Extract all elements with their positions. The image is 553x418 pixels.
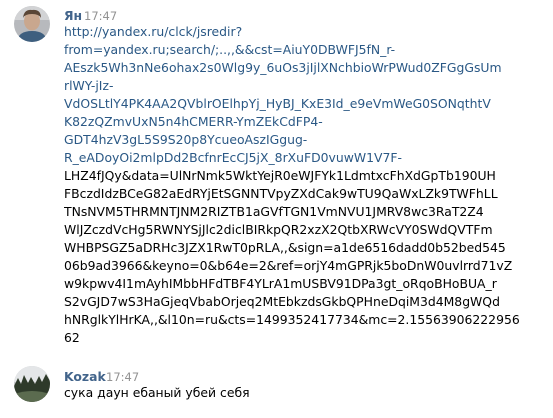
text-line: FBczdIdzBCeG82aEdRYjEtSGNNTVpyZXdCak9wTU… [64,186,498,201]
link-line[interactable]: http://yandex.ru/clck/jsredir? [64,23,544,41]
text-line: LHZ4fJQy&data=UlNrNmk5WktYejR0eWJFYk1Ldm… [64,168,496,183]
message-time[interactable]: 17:47 [106,370,139,384]
message-text: сука даун ебаный убей себя [64,384,544,402]
link-line[interactable]: GDT4hzV3gL5S9S20p8YcueoAszIGgug- [64,131,544,149]
message-text: http://yandex.ru/clck/jsredir? from=yand… [64,23,544,347]
text-line: 06b9ad3966&keyno=0&b64e=2&ref=orjY4mGPRj… [64,258,513,273]
text-line: TNsNVM5THRMNTJNM2RIZTB1aGVfTGN1VmNVU1JMR… [64,204,484,219]
message-time[interactable]: 17:47 [84,9,117,23]
message-item: Kozak 17:47 сука даун ебаный убей себя [0,362,553,418]
text-line: WHBPSGZ5aDRHc3JZX1RwT0pRLA,,&sign=a1de65… [64,240,506,255]
text-line: w9kpwv4I1mAyhIMbbHFdTBF4YLrA1mUSBV91DPa3… [64,276,497,291]
text-line: сука даун ебаный убей себя [64,385,250,400]
link-line[interactable]: from=yandex.ru;search/;..,,&&cst=AiuY0DB… [64,41,544,59]
text-line: WlJZczdVcHg5RWNYSjJlc2diclBIRkpQR2xzX2Qt… [64,222,493,237]
link-line[interactable]: AEszk5Wh3nNe6ohax2s0Wlg9y_6uOs3jIjlXNchb… [64,59,544,77]
text-line: hNRglkYlHrKA,,&l10n=ru&cts=1499352417734… [64,312,520,327]
link-line[interactable]: R_eADoyOi2mlpDd2BcfnrEcCJ5jX_8rXuFD0vuwW… [64,149,544,167]
message-author[interactable]: Ян [64,8,82,23]
link-line[interactable]: rlWY-jIz- [64,77,544,95]
message-author[interactable]: Kozak [64,369,106,384]
landscape-avatar-icon[interactable] [14,366,50,402]
message-item: Ян 17:47 http://yandex.ru/clck/jsredir? … [0,0,553,350]
link-line[interactable]: K82zQZmvUxN5n4hCMERR-YmZEkCdFP4- [64,113,544,131]
text-line: 62 [64,330,80,345]
link-line[interactable]: VdOSLtlY4PK4AA2QVblrOElhpYj_HyBJ_KxE3Id_… [64,95,544,113]
text-line: S2vGJD7wS3HaGjeqVbabOrjeq2MtEbkzdsGkbQPH… [64,294,500,309]
user-avatar-portrait-icon[interactable] [14,6,50,42]
